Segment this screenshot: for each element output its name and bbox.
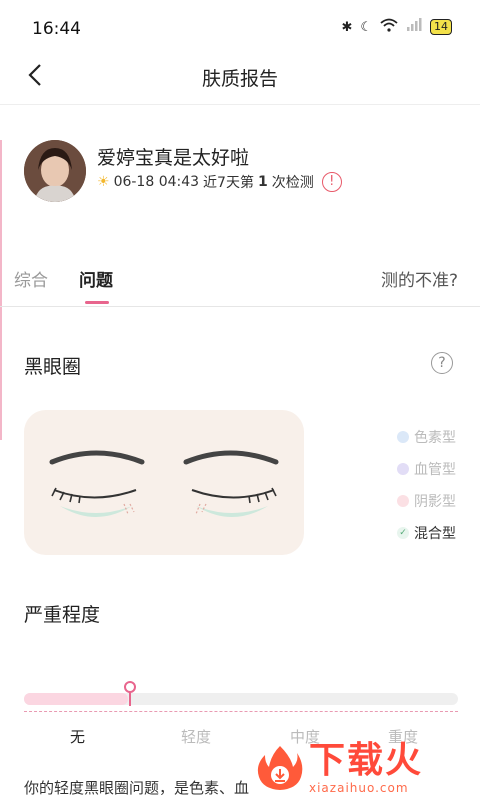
tab-active-indicator <box>85 301 109 304</box>
section-title: 黑眼圈 <box>24 356 82 378</box>
legend-pigment: 色素型 <box>397 427 456 447</box>
avatar <box>24 140 86 202</box>
watermark-text: 下载火 <box>309 739 424 781</box>
severity-fill <box>24 693 128 705</box>
tab-bar: 综合 问题 测的不准? <box>0 250 480 307</box>
legend-label: 色素型 <box>414 430 456 446</box>
help-icon[interactable]: ? <box>431 352 453 374</box>
count-suffix: 次检测 <box>271 175 314 191</box>
legend-mixed: ✓ 混合型 <box>397 523 456 543</box>
detection-meta: ☀ 06-18 04:43 近7天第 1 次检测 ! <box>97 172 342 192</box>
check-icon: ✓ <box>397 527 409 539</box>
bluetooth-icon: ✱ <box>341 19 353 35</box>
page-title: 肤质报告 <box>201 68 278 90</box>
status-time: 16:44 <box>32 19 81 39</box>
severity-marker-line <box>129 692 131 706</box>
alert-icon[interactable]: ! <box>321 172 342 192</box>
legend-label: 混合型 <box>414 526 456 542</box>
signal-icon <box>406 18 422 36</box>
detection-datetime: 06-18 04:43 <box>113 174 200 190</box>
sun-icon: ☀ <box>97 174 110 190</box>
period-prefix: 近7天第 <box>203 175 254 191</box>
description-text: 你的轻度黑眼圈问题，是色素、血 <box>24 779 250 797</box>
tab-problems[interactable]: 问题 <box>79 266 113 291</box>
moon-icon: ☾ <box>360 19 372 35</box>
eye-illustration <box>24 410 304 555</box>
severity-level-mild: 轻度 <box>181 728 212 746</box>
battery-icon: 14 <box>430 19 452 35</box>
detection-count: 1 <box>257 174 268 190</box>
legend-label: 阴影型 <box>414 494 456 510</box>
severity-marker <box>124 681 136 693</box>
inaccurate-link[interactable]: 测的不准? <box>381 266 458 291</box>
watermark-url: xiazaihuo.com <box>309 780 409 795</box>
legend-dot <box>397 431 409 443</box>
wifi-icon <box>380 18 398 36</box>
severity-title: 严重程度 <box>24 604 101 626</box>
legend-dot <box>397 463 409 475</box>
severity-dashed-line <box>24 711 458 712</box>
status-icons: ✱ ☾ 14 <box>341 18 452 36</box>
legend-label: 血管型 <box>414 462 456 478</box>
nav-bar: 肤质报告 <box>0 52 480 105</box>
legend-shadow: 阴影型 <box>397 491 456 511</box>
username: 爱婷宝真是太好啦 <box>97 147 250 169</box>
legend-dot <box>397 495 409 507</box>
severity-level-none: 无 <box>70 728 86 746</box>
legend-vascular: 血管型 <box>397 459 456 479</box>
tab-overview[interactable]: 综合 <box>14 266 48 291</box>
flame-logo-icon <box>257 746 303 790</box>
watermark: 下载火 xiazaihuo.com <box>255 738 470 798</box>
